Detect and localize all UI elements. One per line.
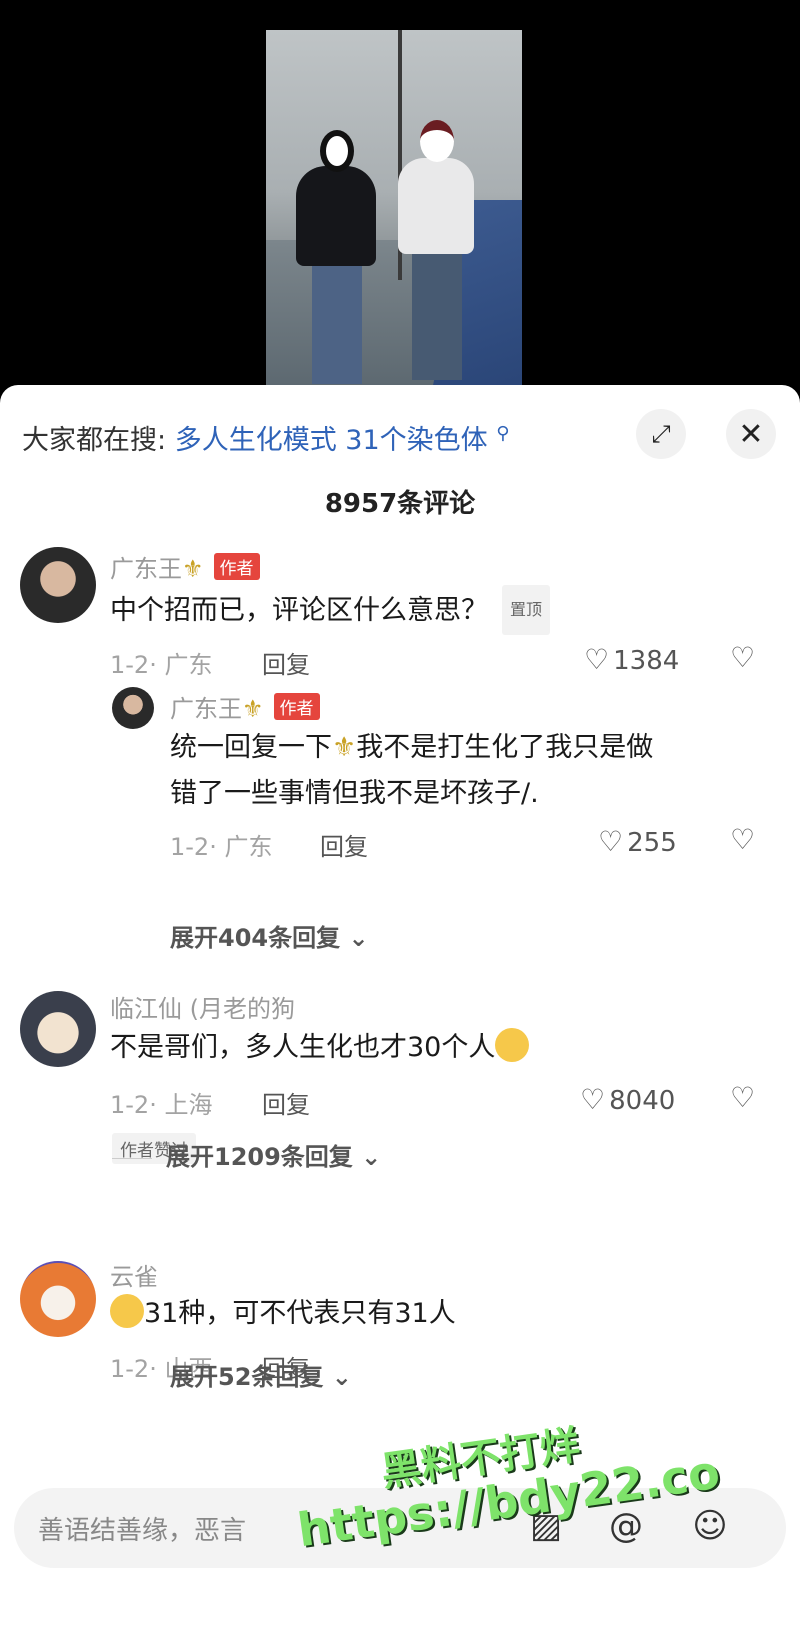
- comment-meta: 1-2· 广东: [110, 651, 213, 679]
- search-term[interactable]: 多人生化模式 31个染色体: [175, 425, 488, 456]
- username[interactable]: 云雀: [110, 1257, 158, 1292]
- reply-button[interactable]: 回复: [262, 1085, 310, 1120]
- pinned-tag: 置顶: [502, 585, 551, 635]
- emoji-picker-icon[interactable]: ☺: [688, 1504, 732, 1548]
- search-suggestion[interactable]: 大家都在搜: 多人生化模式 31个染色体 ⚲: [22, 417, 509, 458]
- video-area[interactable]: [0, 0, 800, 420]
- author-tag: 作者: [213, 553, 260, 580]
- like-button[interactable]: ♡ 255: [598, 825, 677, 858]
- close-icon: ✕: [738, 416, 764, 452]
- reply-text-part: 错了一些事情但我不是坏孩子/.: [170, 778, 539, 809]
- video-frame: [266, 30, 522, 390]
- comment-text-content: 中个招而已，评论区什么意思？: [110, 595, 488, 626]
- reply-button[interactable]: 回复: [320, 827, 368, 862]
- emoji-icon: [110, 1294, 144, 1328]
- person-left: [296, 130, 376, 390]
- like-button[interactable]: ♡ 1384: [584, 643, 679, 676]
- search-prefix: 大家都在搜:: [22, 425, 167, 456]
- comment-text[interactable]: 中个招而已，评论区什么意思？ 置顶: [110, 585, 551, 635]
- reply-text-part: 统一回复一下: [170, 732, 332, 763]
- comment-text-content: 31种，可不代表只有31人: [144, 1298, 456, 1329]
- dislike-icon[interactable]: ♡: [730, 641, 755, 674]
- dislike-icon[interactable]: ♡: [730, 1081, 755, 1114]
- username[interactable]: 临江仙 (月老的狗: [110, 989, 295, 1024]
- comment-text[interactable]: 不是哥们，多人生化也才30个人: [110, 1025, 530, 1071]
- expand-replies-text: 展开52条回复: [170, 1363, 324, 1391]
- heart-icon: ♡: [580, 1083, 606, 1116]
- search-icon[interactable]: ⚲: [496, 423, 509, 444]
- username-text: 广东王: [110, 555, 182, 583]
- expand-icon: ⤢: [651, 420, 671, 448]
- like-count: 1384: [613, 646, 680, 676]
- heart-icon: ♡: [584, 643, 610, 676]
- fleur-icon: ⚜: [242, 695, 264, 723]
- divider: [112, 1157, 152, 1159]
- dislike-icon[interactable]: ♡: [730, 823, 755, 856]
- comment-text[interactable]: 31种，可不代表只有31人: [110, 1291, 456, 1337]
- like-button[interactable]: ♡ 8040: [580, 1083, 675, 1116]
- chevron-down-icon: ⌄: [348, 924, 369, 952]
- username[interactable]: 广东王⚜ 作者: [110, 549, 260, 584]
- expand-replies-text: 展开1209条回复: [166, 1143, 353, 1171]
- author-tag: 作者: [273, 693, 320, 720]
- heart-icon: ♡: [598, 825, 624, 858]
- chevron-down-icon: ⌄: [331, 1363, 352, 1391]
- reply-text-part: 我不是打生化了我只是做: [356, 732, 654, 763]
- username-text: 广东王: [170, 695, 242, 723]
- avatar[interactable]: [20, 1261, 96, 1337]
- expand-replies-button[interactable]: 展开1209条回复 ⌄: [112, 1137, 381, 1172]
- comment-text-content: 不是哥们，多人生化也才30个人: [110, 1032, 496, 1063]
- like-count: 8040: [609, 1086, 676, 1116]
- emoji-icon: [495, 1028, 530, 1062]
- reply-text[interactable]: 统一回复一下⚜我不是打生化了我只是做 错了一些事情但我不是坏孩子/.: [170, 725, 770, 817]
- comment-meta: 1-2· 广东: [170, 833, 273, 861]
- comment-input-placeholder[interactable]: 善语结善缘，恶言: [38, 1510, 246, 1547]
- like-count: 255: [627, 828, 677, 858]
- avatar[interactable]: [20, 991, 96, 1067]
- avatar[interactable]: [20, 547, 96, 623]
- expand-replies-button[interactable]: 展开52条回复 ⌄: [170, 1357, 352, 1392]
- username[interactable]: 广东王⚜ 作者: [170, 689, 320, 724]
- chevron-down-icon: ⌄: [361, 1143, 382, 1171]
- expand-replies-text: 展开404条回复: [170, 924, 341, 952]
- reply-button[interactable]: 回复: [262, 645, 310, 680]
- avatar[interactable]: [112, 687, 154, 729]
- fleur-icon: ⚜: [182, 555, 204, 583]
- fleur-icon: ⚜: [332, 732, 357, 763]
- comment-meta: 1-2· 上海: [110, 1091, 213, 1119]
- close-button[interactable]: ✕: [726, 409, 776, 459]
- expand-button[interactable]: ⤢: [636, 409, 686, 459]
- person-right: [396, 120, 476, 390]
- expand-replies-button[interactable]: 展开404条回复 ⌄: [170, 918, 369, 953]
- comment-count: 8957条评论: [324, 489, 476, 519]
